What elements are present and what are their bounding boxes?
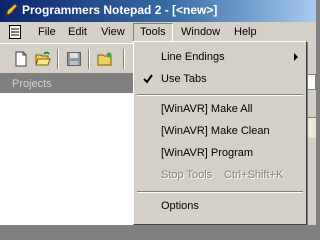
shortcut-label: Ctrl+Shift+K bbox=[224, 169, 284, 181]
menu-item-program[interactable]: [WinAVR] Program bbox=[136, 143, 304, 163]
menu-separator bbox=[137, 191, 303, 193]
menu-bar: File Edit View Tools Window Help bbox=[0, 22, 316, 43]
title-bar[interactable]: Programmers Notepad 2 - [<new>] bbox=[0, 0, 316, 22]
new-file-icon[interactable] bbox=[13, 51, 29, 67]
editor-tab[interactable] bbox=[306, 74, 316, 90]
editor-pane[interactable] bbox=[306, 117, 316, 138]
menu-separator bbox=[137, 94, 303, 96]
open-project-icon[interactable] bbox=[97, 51, 113, 67]
menu-view[interactable]: View bbox=[95, 24, 131, 41]
window-title: Programmers Notepad 2 - [<new>] bbox=[22, 3, 218, 17]
menu-help[interactable]: Help bbox=[228, 24, 263, 41]
submenu-arrow-icon bbox=[294, 53, 298, 61]
checkmark-icon bbox=[143, 74, 153, 84]
app-icon[interactable] bbox=[3, 3, 19, 19]
open-folder-icon[interactable] bbox=[35, 51, 51, 67]
menu-tools[interactable]: Tools bbox=[133, 23, 173, 42]
toolbar-separator bbox=[88, 49, 90, 69]
menu-item-line-endings[interactable]: Line Endings bbox=[136, 47, 304, 67]
menu-item-make-all[interactable]: [WinAVR] Make All bbox=[136, 99, 304, 119]
save-icon[interactable] bbox=[66, 51, 82, 67]
menu-file[interactable]: File bbox=[32, 24, 62, 41]
menu-item-make-clean[interactable]: [WinAVR] Make Clean bbox=[136, 121, 304, 141]
menu-edit[interactable]: Edit bbox=[62, 24, 93, 41]
toolbar-separator bbox=[123, 49, 125, 69]
document-icon[interactable] bbox=[9, 25, 21, 39]
toolbar-separator bbox=[57, 49, 59, 69]
editor-area[interactable] bbox=[306, 42, 316, 225]
projects-tree[interactable] bbox=[0, 93, 136, 225]
menu-item-use-tabs[interactable]: Use Tabs bbox=[136, 69, 304, 89]
menu-window[interactable]: Window bbox=[175, 24, 226, 41]
menu-item-options[interactable]: Options bbox=[136, 196, 304, 216]
tools-menu: Line Endings Use Tabs [WinAVR] Make All … bbox=[133, 41, 307, 225]
menu-item-stop-tools: Stop Tools Ctrl+Shift+K bbox=[136, 165, 304, 185]
projects-header: Projects bbox=[0, 75, 136, 93]
